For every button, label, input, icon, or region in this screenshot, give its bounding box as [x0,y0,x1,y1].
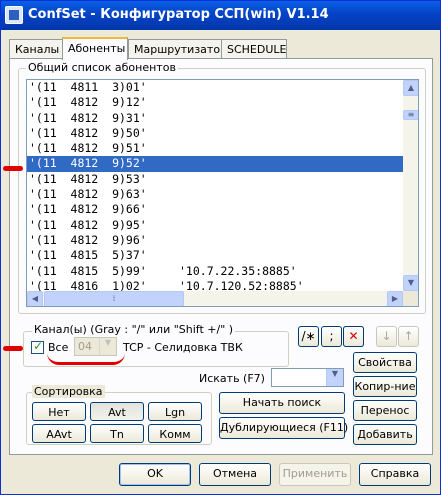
all-channels-checkbox[interactable] [31,339,44,354]
subscriber-id: '(11 4811 3)01' [29,80,147,94]
list-item[interactable]: '(11 4815 5)37' [27,248,403,263]
list-item[interactable]: '(11 4812 9)96' [27,233,403,248]
sort-aavt-button[interactable]: AAvt [32,424,86,443]
subscriber-id: '(11 4812 9)53' [29,171,147,186]
channel-select-value: 04 [78,340,92,353]
scroll-right-icon[interactable]: ▶ [387,291,403,306]
move-button[interactable]: Перенос [353,400,417,421]
properties-button[interactable]: Свойства [353,352,417,373]
add-button[interactable]: Добавить [353,424,417,445]
scroll-corner [403,291,418,306]
cancel-button[interactable]: Отмена [199,463,271,486]
annotation-mark-checkbox [3,346,23,351]
subscriber-address: '10.7.22.35:8885' [179,263,297,278]
window-title: ConfSet - Конфигуратор ССП(win) V1.14 [28,7,329,22]
tab-channels[interactable]: Каналы [9,39,63,59]
scroll-down-icon[interactable]: ▼ [403,275,418,291]
ok-button[interactable]: OK [119,463,191,486]
channel-description: TCP - Селидовка ТВК [123,341,243,354]
title-bar[interactable]: ConfSet - Конфигуратор ССП(win) V1.14 [1,1,440,30]
list-item[interactable]: '(11 4812 9)95' [27,218,403,233]
search-input[interactable]: ▼ [271,368,344,387]
list-item[interactable]: '(11 4812 9)66' [27,202,403,217]
subscriber-rows: '(11 4811 3)01' '(11 4812 9)12' '(11 4812 … [27,80,403,294]
filter-channel-button[interactable]: /∗ [298,326,319,347]
tab-subscribers[interactable]: Абоненты [62,37,128,60]
confset-window: ConfSet - Конфигуратор ССП(win) V1.14 Ка… [0,0,441,495]
subscriber-id: '(11 4812 9)66' [29,202,147,217]
subscriber-id: '(11 4812 9)50' [29,125,147,140]
horizontal-scrollbar[interactable]: ◀ ⁞ ▶ [27,291,403,306]
channels-group-label: Канал(ы) (Gray : "/" или "Shift +/" ) [32,323,236,336]
copy-button[interactable]: Копир-ние [353,376,417,397]
start-search-button[interactable]: Начать поиск [219,392,345,414]
subscriber-id: '(11 4812 9)95' [29,217,147,232]
sort-group-label: Сортировка [32,385,105,398]
list-item[interactable]: '(11 4812 9)12' [27,95,403,110]
tab-router[interactable]: Маршрутизатор [128,39,227,59]
subscriber-id: '(11 4815 5)37' [29,248,147,263]
subscriber-id: '(11 4812 9)12' [29,95,147,110]
vertical-scrollbar[interactable]: ▲ ≡ ▼ [403,80,418,291]
help-button[interactable]: Справка [359,463,431,486]
tab-schedule[interactable]: SCHEDULE [221,39,287,59]
subscriber-id: '(11 4812 9)96' [29,232,147,247]
list-item[interactable]: '(11 4815 5)99' '10.7.22.35:8885' [27,264,403,279]
subscriber-id: '(11 4812 9)63' [29,187,147,202]
subscriber-id: '(11 4815 5)99' [29,263,147,278]
move-down-button[interactable]: ↓ [376,326,397,347]
list-item[interactable]: '(11 4812 9)53' [27,172,403,187]
subscriber-id: '(11 4812 9)52' [29,156,147,171]
hscroll-thumb[interactable]: ⁞ [44,291,184,306]
scroll-left-icon[interactable]: ◀ [27,291,43,306]
app-icon [5,6,23,24]
list-item[interactable]: '(11 4812 9)50' [27,126,403,141]
list-item[interactable]: '(11 4812 9)52' [27,156,403,172]
list-item[interactable]: '(11 4812 9)63' [27,187,403,202]
search-dropdown-icon[interactable]: ▼ [326,369,343,386]
find-duplicates-button[interactable]: Дублирующиеся (F11) [219,417,348,439]
sort-none-button[interactable]: Нет [32,402,86,421]
search-label: Искать (F7) [199,372,265,385]
sort-comment-button[interactable]: Комм [148,424,202,443]
subscriber-id: '(11 4812 9)31' [29,110,147,125]
separator-button[interactable]: ; [321,326,342,347]
apply-button[interactable]: Применить [279,463,351,486]
annotation-underline [47,353,125,365]
list-item[interactable]: '(11 4812 9)31' [27,111,403,126]
subscriber-id: '(11 4812 9)51' [29,141,147,156]
sort-tn-button[interactable]: Tn [90,424,144,443]
annotation-mark-row [3,166,23,171]
list-item[interactable]: '(11 4811 3)01' [27,80,403,95]
subscribers-group-label: Общий список абонентов [26,61,178,74]
subscriber-list[interactable]: '(11 4811 3)01' '(11 4812 9)12' '(11 4812 … [26,79,419,307]
sort-lgn-button[interactable]: Lgn [148,402,202,421]
sort-avt-button[interactable]: Avt [90,402,144,421]
scroll-up-icon[interactable]: ▲ [403,80,418,96]
delete-button[interactable]: ✕ [343,326,364,347]
move-up-button[interactable]: ↑ [398,326,419,347]
scroll-thumb[interactable]: ≡ [403,110,418,120]
list-item[interactable]: '(11 4812 9)51' [27,141,403,156]
